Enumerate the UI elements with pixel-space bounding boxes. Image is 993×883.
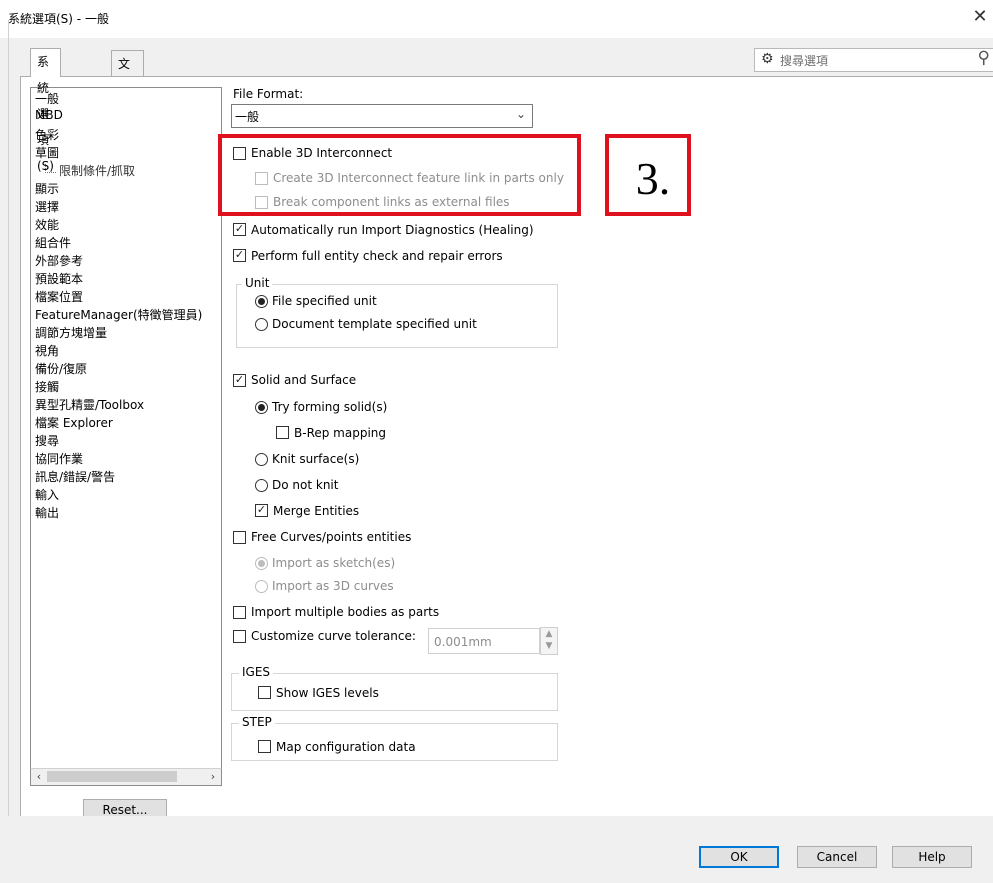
do-not-knit-label: Do not knit bbox=[272, 478, 339, 492]
title-bar: 系統選項(S) - 一般 ✕ bbox=[0, 0, 993, 38]
enable-3d-interconnect-label: Enable 3D Interconnect bbox=[251, 146, 393, 160]
show-iges-levels-label: Show IGES levels bbox=[276, 686, 379, 700]
cancel-button[interactable]: Cancel bbox=[797, 846, 877, 868]
run-import-diagnostics-label: Automatically run Import Diagnostics (He… bbox=[251, 223, 534, 237]
unit-document-template-label: Document template specified unit bbox=[272, 317, 477, 331]
help-button[interactable]: Help bbox=[892, 846, 972, 868]
checkmark-icon: ✓ bbox=[234, 373, 245, 386]
tab-document-properties[interactable]: 文件屬性(D) bbox=[111, 50, 144, 175]
radio-selected-dot bbox=[258, 560, 265, 567]
checkmark-icon: ✓ bbox=[234, 248, 245, 261]
close-icon[interactable]: ✕ bbox=[969, 6, 991, 28]
tree-item-file-locations[interactable]: 檔案位置 bbox=[35, 288, 83, 305]
import-multiple-bodies-checkbox[interactable] bbox=[233, 606, 246, 619]
iges-group-title: IGES bbox=[239, 665, 274, 679]
tree-item-touch[interactable]: 接觸 bbox=[35, 378, 59, 395]
tree-item-messages-errors-warnings[interactable]: 訊息/錯誤/警告 bbox=[35, 468, 115, 485]
break-links-label: Break component links as external files bbox=[273, 195, 510, 209]
import-multiple-bodies-label: Import multiple bodies as parts bbox=[251, 605, 440, 619]
knit-surfaces-radio[interactable] bbox=[255, 453, 268, 466]
file-format-label: File Format: bbox=[233, 87, 304, 101]
tree-item-file-explorer[interactable]: 檔案 Explorer bbox=[35, 414, 113, 431]
scroll-left-icon[interactable]: ‹ bbox=[31, 769, 47, 785]
try-forming-solid-label: Try forming solid(s) bbox=[272, 400, 388, 414]
radio-selected-dot bbox=[258, 298, 265, 305]
full-entity-check-checkbox[interactable]: ✓ bbox=[233, 248, 246, 262]
try-forming-solid-radio[interactable] bbox=[255, 401, 268, 414]
scroll-right-icon[interactable]: › bbox=[205, 769, 221, 785]
unit-document-template-radio[interactable] bbox=[255, 318, 268, 331]
full-entity-check-label: Perform full entity check and repair err… bbox=[251, 249, 503, 263]
customize-curve-tolerance-checkbox[interactable] bbox=[233, 630, 246, 643]
spin-up-icon[interactable]: ▲ bbox=[541, 629, 557, 639]
tree-horizontal-scrollbar[interactable]: ‹ › bbox=[30, 768, 222, 786]
merge-entities-checkbox[interactable]: ✓ bbox=[255, 503, 268, 517]
file-format-value: 一般 bbox=[235, 110, 260, 124]
import-as-sketch-radio[interactable] bbox=[255, 557, 268, 570]
tree-item-view[interactable]: 視角 bbox=[35, 342, 59, 359]
merge-entities-label: Merge Entities bbox=[273, 504, 360, 518]
chevron-down-icon: ⌄ bbox=[515, 107, 526, 121]
checkmark-icon: ✓ bbox=[256, 503, 267, 516]
import-as-sketch-label: Import as sketch(es) bbox=[272, 556, 396, 570]
free-curves-label: Free Curves/points entities bbox=[251, 530, 412, 544]
customize-curve-tolerance-label: Customize curve tolerance: bbox=[251, 629, 416, 643]
tree-item-display[interactable]: 顯示 bbox=[35, 180, 59, 197]
tab-system-options[interactable]: 系統選項(S) bbox=[30, 48, 61, 173]
unit-file-specified-radio[interactable] bbox=[255, 295, 268, 308]
curve-tolerance-value: 0.001mm bbox=[434, 635, 492, 649]
enable-3d-interconnect-checkbox[interactable] bbox=[233, 147, 246, 160]
tree-item-export[interactable]: 輸出 bbox=[35, 504, 59, 521]
tree-item-performance[interactable]: 效能 bbox=[35, 216, 59, 233]
solid-surface-label: Solid and Surface bbox=[251, 373, 357, 387]
tree-item-relations-snaps[interactable]: 限制條件/抓取 bbox=[59, 162, 135, 179]
options-tree[interactable]: 一般 MBD 色彩 草圖 限制條件/抓取 顯示 選擇 效能 組合件 外部參考 預… bbox=[30, 87, 222, 786]
brep-mapping-label: B-Rep mapping bbox=[294, 426, 387, 440]
unit-group-title: Unit bbox=[242, 276, 273, 290]
tree-item-import[interactable]: 輸入 bbox=[35, 486, 59, 503]
step-group-title: STEP bbox=[239, 715, 275, 729]
magnifier-icon[interactable]: ⚲ bbox=[978, 48, 990, 68]
gear-search-icon: ⚙ bbox=[761, 51, 774, 67]
show-iges-levels-checkbox[interactable] bbox=[258, 686, 271, 699]
tree-item-collaboration[interactable]: 協同作業 bbox=[35, 450, 83, 467]
break-links-checkbox[interactable] bbox=[255, 196, 268, 209]
tree-item-default-templates[interactable]: 預設範本 bbox=[35, 270, 83, 287]
window-title: 系統選項(S) - 一般 bbox=[8, 12, 109, 26]
checkmark-icon: ✓ bbox=[234, 222, 245, 235]
tree-item-spin-box-increments[interactable]: 調節方塊增量 bbox=[35, 324, 107, 341]
knit-surfaces-label: Knit surface(s) bbox=[272, 452, 360, 466]
do-not-knit-radio[interactable] bbox=[255, 479, 268, 492]
step-number-annotation: 3. bbox=[635, 153, 671, 204]
free-curves-checkbox[interactable] bbox=[233, 531, 246, 544]
tree-item-external-references[interactable]: 外部參考 bbox=[35, 252, 83, 269]
solid-surface-checkbox[interactable]: ✓ bbox=[233, 373, 246, 387]
create-3d-link-checkbox[interactable] bbox=[255, 172, 268, 185]
spin-down-icon[interactable]: ▼ bbox=[541, 641, 557, 651]
tree-item-assemblies[interactable]: 組合件 bbox=[35, 234, 71, 251]
tree-item-search[interactable]: 搜尋 bbox=[35, 432, 59, 449]
window-border bbox=[8, 20, 9, 878]
tree-item-hole-wizard-toolbox[interactable]: 異型孔精靈/Toolbox bbox=[35, 396, 144, 413]
file-format-select[interactable]: 一般 ⌄ bbox=[231, 104, 533, 128]
brep-mapping-checkbox[interactable] bbox=[276, 426, 289, 439]
map-configuration-data-label: Map configuration data bbox=[276, 740, 416, 754]
unit-file-specified-label: File specified unit bbox=[272, 294, 377, 308]
run-import-diagnostics-checkbox[interactable]: ✓ bbox=[233, 222, 246, 236]
search-options-box[interactable]: ⚙ 搜尋選項 ⚲ bbox=[754, 48, 993, 72]
tree-item-backup-recover[interactable]: 備份/復原 bbox=[35, 360, 87, 377]
curve-tolerance-stepper[interactable]: ▲ ▼ bbox=[540, 627, 558, 655]
create-3d-link-label: Create 3D Interconnect feature link in p… bbox=[273, 171, 564, 185]
search-options-label: 搜尋選項 bbox=[780, 54, 829, 68]
tree-item-selection[interactable]: 選擇 bbox=[35, 198, 59, 215]
radio-selected-dot bbox=[258, 404, 265, 411]
tree-item-featuremanager[interactable]: FeatureManager(特徵管理員) bbox=[35, 306, 202, 323]
import-as-3d-curves-radio[interactable] bbox=[255, 580, 268, 593]
map-configuration-data-checkbox[interactable] bbox=[258, 740, 271, 753]
import-as-3d-curves-label: Import as 3D curves bbox=[272, 579, 394, 593]
ok-button[interactable]: OK bbox=[699, 846, 779, 868]
scrollbar-thumb[interactable] bbox=[47, 771, 177, 782]
curve-tolerance-input[interactable]: 0.001mm bbox=[428, 628, 540, 654]
